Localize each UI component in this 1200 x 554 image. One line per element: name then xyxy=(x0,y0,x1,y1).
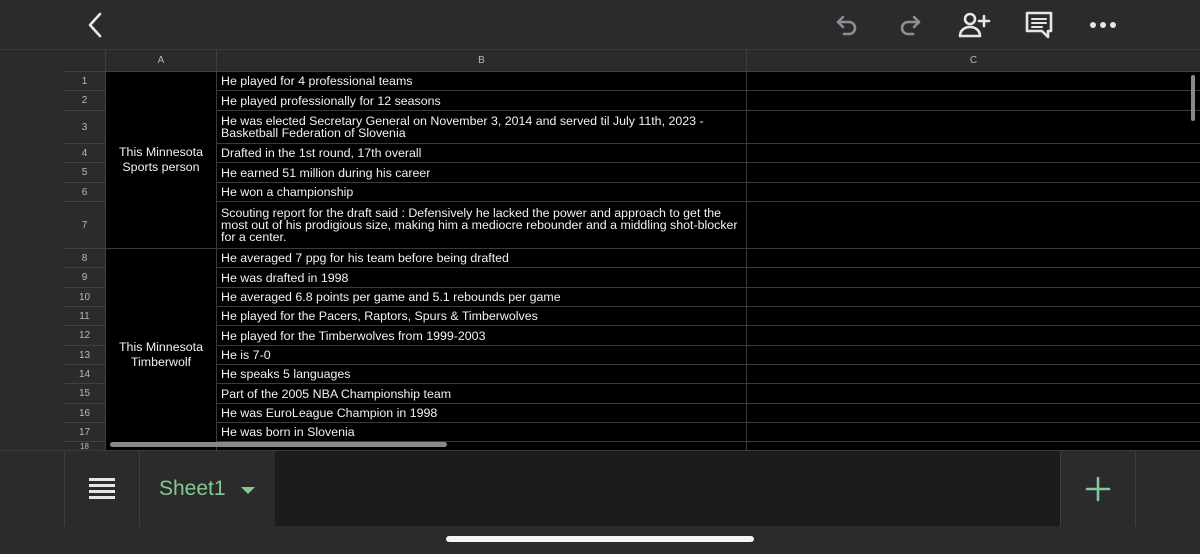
row-header[interactable]: 18 xyxy=(64,442,106,450)
cell-b[interactable]: He averaged 6.8 points per game and 5.1 … xyxy=(217,288,747,307)
cell-c[interactable] xyxy=(747,346,1200,365)
row-header[interactable]: 1 xyxy=(64,72,106,91)
row-header[interactable]: 11 xyxy=(64,307,106,326)
cell-c[interactable] xyxy=(747,72,1200,91)
row-header[interactable]: 13 xyxy=(64,346,106,365)
vertical-scrollbar[interactable] xyxy=(1191,75,1195,121)
all-sheets-button[interactable] xyxy=(65,451,139,527)
cell-c[interactable] xyxy=(747,91,1200,111)
cell-c[interactable] xyxy=(747,365,1200,384)
list-icon xyxy=(89,478,115,499)
chevron-left-icon xyxy=(88,12,102,38)
cell-b[interactable]: Part of the 2005 NBA Championship team xyxy=(217,384,747,404)
column-header-row: A B C xyxy=(64,50,1200,72)
system-bottom-area xyxy=(0,526,1200,554)
row-header[interactable]: 6 xyxy=(64,183,106,202)
cell-c[interactable] xyxy=(747,307,1200,326)
row-header[interactable]: 7 xyxy=(64,202,106,249)
cell-c[interactable] xyxy=(747,111,1200,144)
row-header[interactable]: 17 xyxy=(64,423,106,442)
cell-b[interactable]: He is 7-0 xyxy=(217,346,747,365)
cell-c[interactable] xyxy=(747,163,1200,183)
sheet-tab-sheet1[interactable]: Sheet1 xyxy=(140,451,274,527)
cell-c[interactable] xyxy=(747,202,1200,249)
sheet-tab-label: Sheet1 xyxy=(159,477,226,500)
cell-c[interactable] xyxy=(747,268,1200,288)
cell-c[interactable] xyxy=(747,442,1200,450)
column-header-a[interactable]: A xyxy=(106,50,217,72)
divider xyxy=(1135,451,1136,527)
redo-icon xyxy=(900,15,921,36)
home-indicator[interactable] xyxy=(446,536,754,542)
row-header[interactable]: 9 xyxy=(64,268,106,288)
share-button[interactable] xyxy=(956,7,992,43)
cell-b[interactable]: He was drafted in 1998 xyxy=(217,268,747,288)
cell-c[interactable] xyxy=(747,326,1200,346)
row-header[interactable]: 8 xyxy=(64,249,106,268)
cell-b[interactable]: He was EuroLeague Champion in 1998 xyxy=(217,404,747,423)
cell-b[interactable]: He speaks 5 languages xyxy=(217,365,747,384)
row-header[interactable]: 10 xyxy=(64,288,106,307)
back-button[interactable] xyxy=(78,7,114,43)
row-header[interactable]: 12 xyxy=(64,326,106,346)
cell-c[interactable] xyxy=(747,384,1200,404)
column-header-c[interactable]: C xyxy=(747,50,1200,72)
cell-c[interactable] xyxy=(747,183,1200,202)
row-header[interactable]: 15 xyxy=(64,384,106,404)
cell-c[interactable] xyxy=(747,288,1200,307)
row-header[interactable]: 5 xyxy=(64,163,106,183)
cell-b[interactable]: He was elected Secretary General on Nove… xyxy=(217,111,747,144)
cell-b[interactable]: He won a championship xyxy=(217,183,747,202)
cell-b[interactable]: He played for the Pacers, Raptors, Spurs… xyxy=(217,307,747,326)
cell-b[interactable]: He averaged 7 ppg for his team before be… xyxy=(217,249,747,268)
cell-c[interactable] xyxy=(747,249,1200,268)
comments-button[interactable] xyxy=(1021,7,1057,43)
caret-down-icon[interactable] xyxy=(240,486,255,494)
row-header[interactable]: 14 xyxy=(64,365,106,384)
cell-b[interactable]: He earned 51 million during his career xyxy=(217,163,747,183)
sheet-tab-bar: Sheet1 xyxy=(0,450,1200,527)
cell-b[interactable]: He played professionally for 12 seasons xyxy=(217,91,747,111)
cell-b[interactable]: Drafted in the 1st round, 17th overall xyxy=(217,144,747,163)
cell-b[interactable]: He played for 4 professional teams xyxy=(217,72,747,91)
cell-b[interactable]: He played for the Timberwolves from 1999… xyxy=(217,326,747,346)
undo-button[interactable] xyxy=(829,7,865,43)
merged-cell-a8[interactable]: This Minnesota Timberwolf xyxy=(106,249,217,450)
row-header[interactable]: 4 xyxy=(64,144,106,163)
add-person-icon xyxy=(958,12,991,38)
cell-c[interactable] xyxy=(747,144,1200,163)
merged-cell-a1[interactable]: This Minnesota Sports person xyxy=(106,72,217,249)
add-sheet-button[interactable] xyxy=(1061,451,1135,527)
plus-icon xyxy=(1085,476,1111,502)
more-button[interactable] xyxy=(1085,7,1121,43)
row-header[interactable]: 16 xyxy=(64,404,106,423)
spreadsheet-grid[interactable]: 1 2 3 4 5 6 7 8 9 10 11 12 13 14 15 16 1… xyxy=(64,72,1200,450)
comment-icon xyxy=(1025,11,1053,39)
cell-c[interactable] xyxy=(747,404,1200,423)
select-all-corner[interactable] xyxy=(64,50,106,72)
horizontal-scrollbar[interactable] xyxy=(110,442,447,447)
left-gutter xyxy=(0,50,64,450)
undo-icon xyxy=(836,15,857,36)
column-header-b[interactable]: B xyxy=(217,50,747,72)
sheet-tab-empty-area xyxy=(275,451,1060,527)
row-header[interactable]: 2 xyxy=(64,91,106,111)
top-toolbar xyxy=(0,0,1200,50)
redo-button[interactable] xyxy=(892,7,928,43)
cell-b[interactable]: He was born in Slovenia xyxy=(217,423,747,442)
row-header[interactable]: 3 xyxy=(64,111,106,144)
cell-b[interactable]: Scouting report for the draft said : Def… xyxy=(217,202,747,249)
cell-c[interactable] xyxy=(747,423,1200,442)
more-horizontal-icon xyxy=(1090,22,1116,28)
